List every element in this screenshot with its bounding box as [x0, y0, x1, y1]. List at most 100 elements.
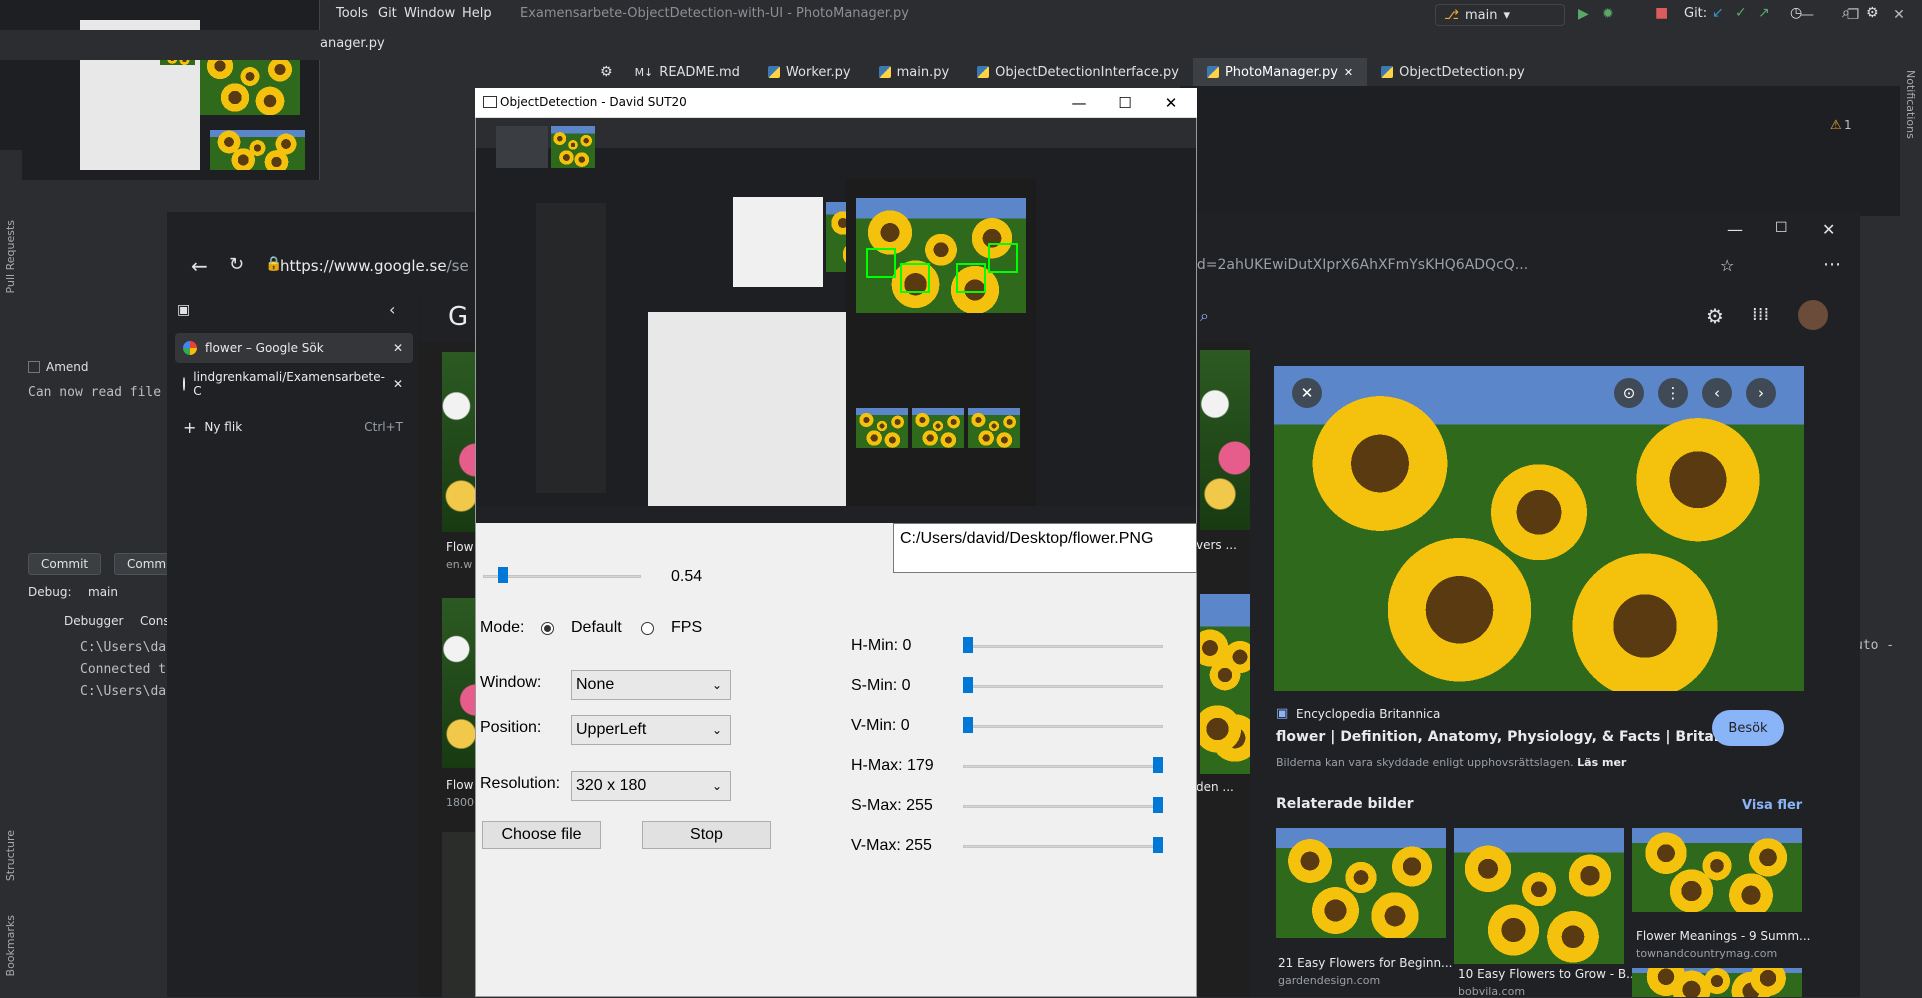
new-tab-button[interactable]: + Ny flik Ctrl+T	[175, 412, 413, 442]
stop-button[interactable]: Stop	[642, 821, 771, 849]
amend-checkbox[interactable]: Amend	[28, 360, 89, 374]
menu-git[interactable]: Git	[378, 6, 397, 21]
commit-button[interactable]: Commit	[28, 553, 102, 575]
bookmarks-tab[interactable]: Bookmarks	[4, 915, 17, 976]
tab-objectdetectioninterface[interactable]: ObjectDetectionInterface.py	[963, 58, 1193, 86]
resolution-select[interactable]: 320 x 180 ⌄	[571, 771, 731, 801]
tab-flower-google[interactable]: flower – Google Sök ✕	[175, 333, 413, 363]
stop-icon[interactable]: ■	[1655, 5, 1668, 21]
hsv-slider-handle[interactable]	[963, 717, 973, 733]
related-image[interactable]	[1632, 968, 1802, 997]
related-image[interactable]	[1454, 828, 1624, 964]
panel-title[interactable]: flower | Definition, Anatomy, Physiology…	[1276, 729, 1756, 745]
hsv-slider-track[interactable]	[963, 725, 1163, 728]
maximize-icon[interactable]: ☐	[1102, 88, 1148, 118]
debug-icon[interactable]: ✹	[1602, 6, 1614, 22]
hsv-slider-handle[interactable]	[1153, 797, 1163, 813]
hsv-slider-track[interactable]	[963, 645, 1163, 648]
back-icon[interactable]: ←	[191, 254, 208, 278]
favorites-icon[interactable]: ☆	[1720, 256, 1734, 275]
apps-icon[interactable]: ⁞⁞⁞	[1752, 304, 1769, 325]
result-image[interactable]	[1200, 594, 1250, 774]
tab-photomanager[interactable]: PhotoManager.py ✕	[1192, 58, 1368, 86]
visit-button[interactable]: Besök	[1712, 710, 1784, 746]
related-image[interactable]	[1632, 828, 1802, 912]
tab-github[interactable]: lindgrenkamali/Examensarbete-C ✕	[175, 369, 413, 399]
run-icon[interactable]: ▶	[1578, 6, 1589, 22]
mode-default-radio[interactable]	[541, 622, 554, 635]
result-title[interactable]: Flow	[446, 778, 473, 792]
choose-file-button[interactable]: Choose file	[482, 821, 601, 849]
commit-message[interactable]: Can now read file	[28, 385, 161, 400]
tab-worker[interactable]: Worker.py	[754, 58, 865, 86]
git-commit-icon[interactable]: ✓	[1735, 5, 1747, 21]
threshold-slider-handle[interactable]	[498, 567, 509, 583]
google-logo[interactable]: G	[448, 302, 468, 332]
close-icon[interactable]: ✕	[393, 377, 403, 391]
learn-more-link[interactable]: Läs mer	[1577, 756, 1626, 769]
menu-window[interactable]: Window	[404, 6, 455, 21]
file-path-field[interactable]: C:/Users/david/Desktop/flower.PNG	[893, 523, 1197, 573]
related-image[interactable]	[1276, 828, 1446, 938]
tab-objectdetection[interactable]: ObjectDetection.py	[1367, 58, 1539, 86]
maximize-icon[interactable]: ☐	[1775, 220, 1788, 236]
menu-help[interactable]: Help	[462, 6, 492, 21]
result-title[interactable]: den ...	[1196, 780, 1234, 794]
structure-tab[interactable]: Structure	[4, 830, 17, 881]
tab-actions-icon[interactable]: ▣	[177, 302, 190, 318]
search-icon[interactable]: ⌕	[1200, 306, 1209, 326]
preview-image[interactable]	[1274, 366, 1804, 691]
debugger-tab[interactable]: Debugger	[64, 614, 123, 628]
hsv-slider-handle[interactable]	[963, 637, 973, 653]
mode-fps-radio[interactable]	[641, 622, 654, 635]
more-icon[interactable]: ⋯	[1823, 254, 1841, 275]
hsv-slider-track[interactable]	[963, 765, 1163, 768]
related-caption[interactable]: Flower Meanings - 9 Summ...	[1636, 929, 1810, 943]
git-update-icon[interactable]: ↙	[1712, 5, 1724, 21]
close-icon[interactable]: ✕	[1876, 0, 1922, 30]
hsv-slider-track[interactable]	[963, 805, 1163, 808]
result-image[interactable]	[1200, 350, 1250, 530]
related-caption[interactable]: 10 Easy Flowers to Grow - B...	[1458, 967, 1638, 981]
hsv-slider-track[interactable]	[963, 845, 1163, 848]
result-title[interactable]: vers ...	[1196, 538, 1237, 552]
debug-config[interactable]: main	[88, 585, 118, 599]
refresh-icon[interactable]: ↻	[229, 254, 244, 275]
pull-requests-tab[interactable]: Pull Requests	[4, 220, 17, 293]
address-bar[interactable]: https://www.google.se/se	[280, 257, 469, 275]
menu-tools[interactable]: Tools	[336, 6, 368, 21]
avatar[interactable]	[1798, 300, 1828, 330]
notifications-tab[interactable]: Notifications	[1904, 70, 1917, 139]
more-icon[interactable]: ⋮	[1658, 378, 1688, 408]
close-icon[interactable]: ✕	[1822, 220, 1835, 239]
result-title[interactable]: Flow	[446, 540, 473, 554]
minimize-icon[interactable]: —	[1727, 220, 1743, 239]
gear-icon[interactable]: ⚙	[1706, 304, 1724, 328]
chevron-left-icon[interactable]: ‹	[1702, 378, 1732, 408]
minimize-icon[interactable]: —	[1056, 88, 1102, 118]
tab-readme[interactable]: M↓ README.md	[621, 58, 754, 86]
gear-icon[interactable]: ⚙	[600, 64, 613, 80]
tab-main[interactable]: main.py	[865, 58, 964, 86]
chevron-right-icon[interactable]: ›	[1746, 378, 1776, 408]
hsv-slider-handle[interactable]	[1153, 757, 1163, 773]
branch-selector[interactable]: ⎇ main ▾	[1435, 4, 1565, 26]
minimize-icon[interactable]: —	[1784, 0, 1830, 30]
git-push-icon[interactable]: ↗	[1758, 5, 1770, 21]
collapse-icon[interactable]: ‹	[389, 300, 395, 319]
window-select[interactable]: None ⌄	[571, 670, 731, 700]
position-select[interactable]: UpperLeft ⌄	[571, 715, 731, 745]
restore-icon[interactable]: ❐	[1830, 0, 1876, 30]
hsv-slider-track[interactable]	[963, 685, 1163, 688]
hsv-slider-handle[interactable]	[963, 677, 973, 693]
close-icon[interactable]: ✕	[1344, 66, 1353, 79]
lens-icon[interactable]: ⊙	[1614, 378, 1644, 408]
close-icon[interactable]: ✕	[1292, 378, 1322, 408]
close-icon[interactable]: ✕	[1148, 88, 1194, 118]
left-tab-fragment[interactable]: anager.py	[320, 36, 385, 51]
related-caption[interactable]: 21 Easy Flowers for Beginn...	[1278, 956, 1453, 970]
close-icon[interactable]: ✕	[393, 341, 403, 355]
see-more-link[interactable]: Visa fler	[1742, 798, 1802, 813]
console-tab[interactable]: Cons	[140, 614, 170, 628]
hsv-slider-handle[interactable]	[1153, 837, 1163, 853]
